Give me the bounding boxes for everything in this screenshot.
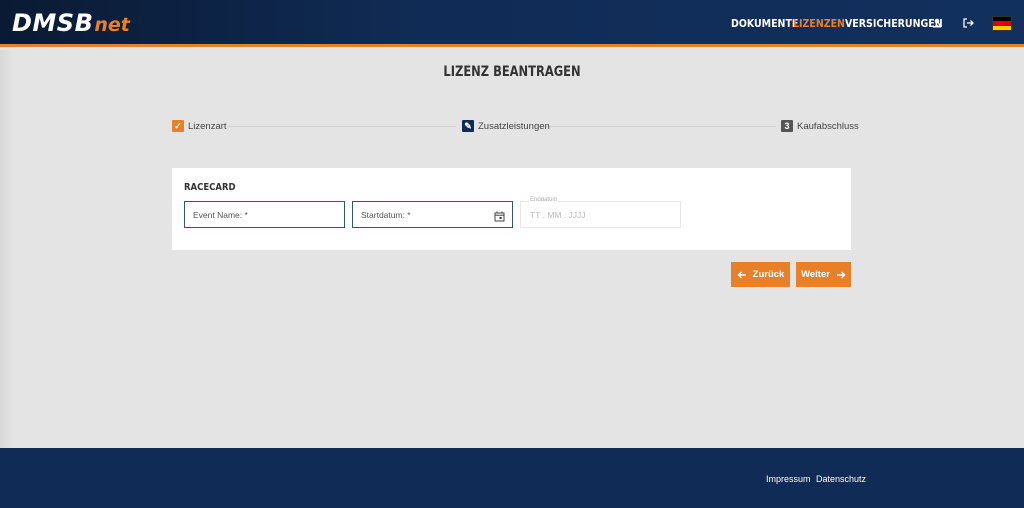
stepper-connector — [546, 126, 776, 127]
calendar-icon[interactable] — [494, 209, 505, 222]
step-number-badge: 3 — [781, 120, 793, 132]
step-label-zusatzleistungen[interactable]: Zusatzleistungen — [478, 121, 550, 132]
footer: Impressum Datenschutz — [0, 448, 1024, 508]
page-title: LIZENZ BEANTRAGEN — [443, 64, 581, 80]
step-label-lizenzart[interactable]: Lizenzart — [188, 121, 227, 132]
step-done-check-icon: ✓ — [172, 120, 184, 132]
event-name-label: Event Name: * — [193, 210, 248, 220]
nav-lizenzen[interactable]: LIZENZEN — [793, 18, 845, 30]
nav-dokumente[interactable]: DOKUMENTE — [731, 18, 798, 30]
logout-icon[interactable] — [961, 16, 975, 30]
next-button[interactable]: Weiter — [796, 262, 851, 287]
start-date-label: Startdatum: * — [361, 210, 411, 220]
next-button-label: Weiter — [801, 269, 830, 280]
arrow-left-icon — [737, 271, 746, 278]
start-date-input[interactable]: Startdatum: * — [352, 201, 513, 228]
dmsb-net-logo[interactable]: DMSB net — [12, 9, 130, 39]
end-date-input: Enddatum TT . MM . JJJJ — [520, 197, 681, 228]
footer-link-datenschutz[interactable]: Datenschutz — [816, 474, 866, 484]
footer-link-impressum[interactable]: Impressum — [766, 474, 811, 484]
logo-main-text: DMSB — [12, 9, 94, 37]
step-edit-pencil-icon: ✎ — [462, 120, 474, 132]
nav-versicherungen[interactable]: VERSICHERUNGEN — [845, 18, 943, 30]
logo-net-text: net — [94, 14, 130, 36]
end-date-placeholder: TT . MM . JJJJ — [530, 210, 586, 220]
end-date-label: Enddatum — [529, 197, 559, 203]
top-navbar: DMSB net DOKUMENTE LIZENZEN VERSICHERUNG… — [0, 0, 1024, 47]
back-button-label: Zurück — [752, 269, 785, 280]
racecard-form-card: RACECARD Event Name: * Startdatum: * End… — [172, 168, 851, 250]
user-icon[interactable] — [930, 16, 944, 30]
page-edge-shadow — [0, 50, 14, 448]
arrow-right-icon — [836, 271, 846, 278]
back-button[interactable]: Zurück — [731, 262, 790, 287]
step-label-kaufabschluss: Kaufabschluss — [797, 121, 859, 132]
card-title: RACECARD — [184, 182, 236, 193]
event-name-input[interactable]: Event Name: * — [184, 201, 345, 228]
stepper-connector — [228, 126, 456, 127]
german-flag-icon[interactable] — [992, 16, 1012, 31]
